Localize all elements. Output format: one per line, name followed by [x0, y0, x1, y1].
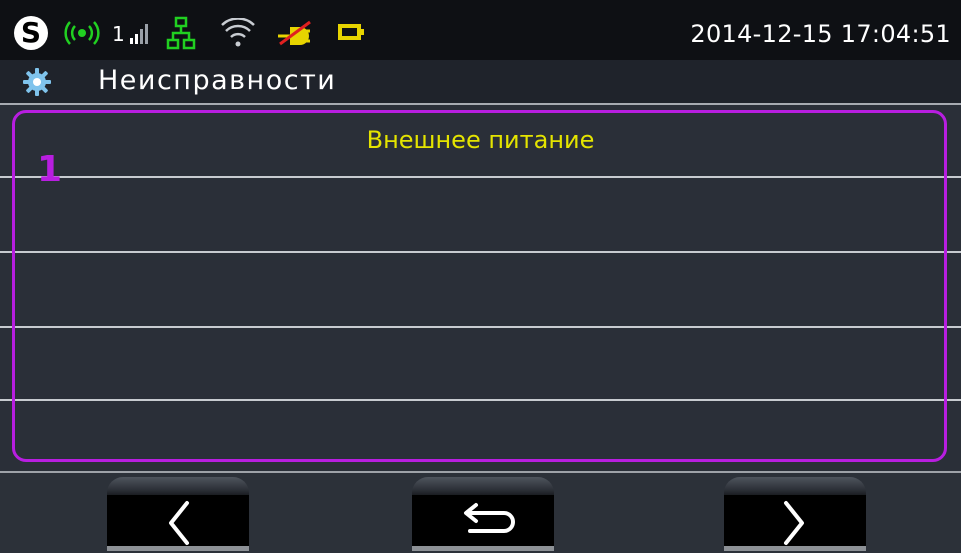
wifi-icon: [221, 18, 255, 47]
gear-icon: [23, 68, 51, 96]
signal-bars-icon: [130, 24, 148, 44]
network-icon: [166, 16, 196, 50]
next-button[interactable]: [724, 477, 866, 551]
previous-button[interactable]: [107, 477, 249, 551]
fault-count: 1: [37, 149, 63, 190]
battery-icon: [338, 24, 364, 40]
fault-list-panel: [12, 110, 947, 462]
chevron-left-icon: [169, 501, 189, 545]
title-bar: Неисправности: [0, 60, 961, 105]
chevron-right-icon: [784, 501, 804, 545]
signal-number: 1: [112, 22, 125, 46]
return-icon: [464, 503, 515, 533]
page-title: Неисправности: [98, 65, 337, 96]
radio-icon: [64, 21, 100, 45]
app-logo-icon: S: [14, 16, 48, 50]
status-bar: S 1 2014-12-15 17:04:51: [0, 0, 961, 60]
power-disconnected-icon: [278, 20, 311, 46]
return-button[interactable]: [412, 477, 554, 551]
fault-item-text[interactable]: Внешнее питание: [0, 125, 961, 155]
datetime: 2014-12-15 17:04:51: [690, 20, 951, 48]
